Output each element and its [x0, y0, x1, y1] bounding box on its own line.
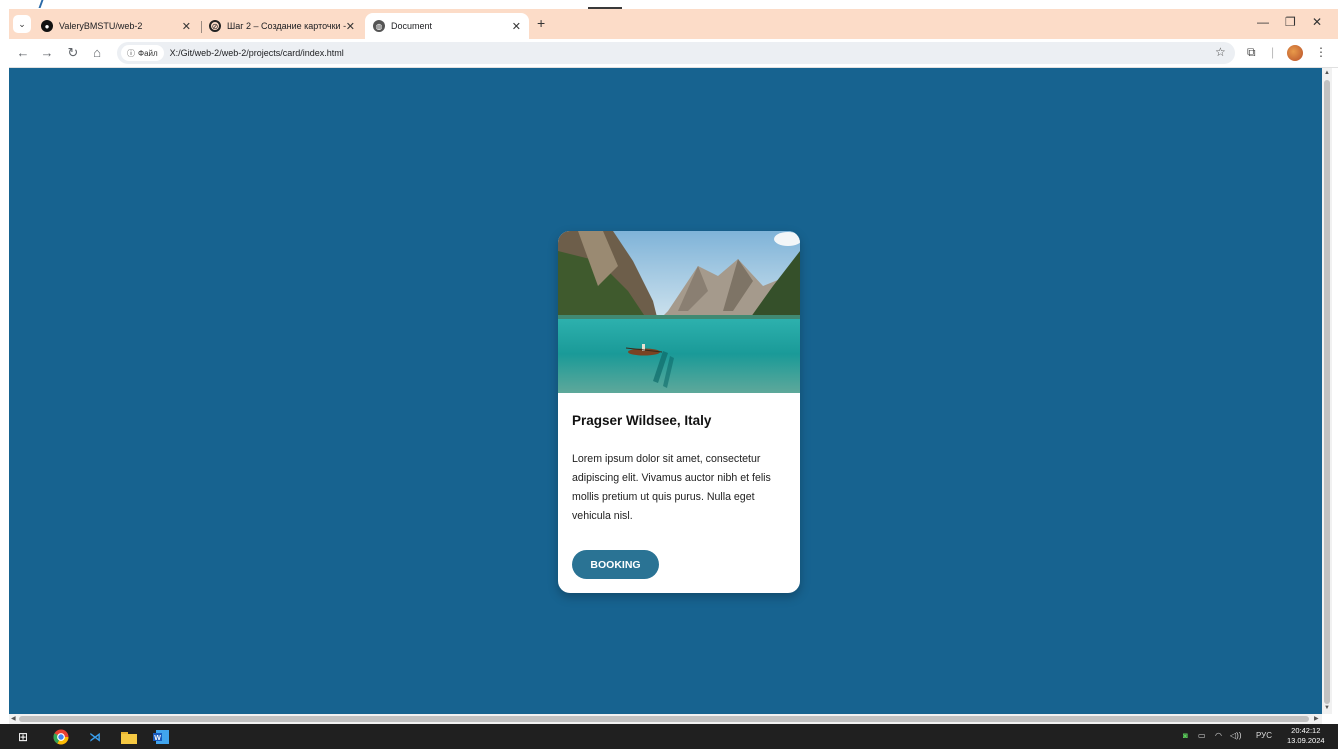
horizontal-scroll-thumb[interactable] [19, 716, 1309, 722]
minimize-icon[interactable]: — [1257, 15, 1269, 29]
tab-title: Шаг 2 – Создание карточки - [227, 21, 347, 31]
restore-icon[interactable]: ❐ [1285, 15, 1296, 29]
home-icon[interactable]: ⌂ [89, 45, 105, 60]
destination-card: Pragser Wildsee, Italy Lorem ipsum dolor… [558, 231, 800, 593]
word-icon[interactable]: W [152, 728, 170, 746]
vscode-icon[interactable]: ⋊ [86, 728, 104, 746]
new-tab-button[interactable]: + [537, 15, 545, 31]
lake-mountain-image [558, 231, 800, 393]
extensions-icon[interactable]: ⧉ [1247, 45, 1256, 60]
browser-toolbar: ← → ↻ ⌂ ⓘ Файл X:/Git/web-2/web-2/projec… [9, 39, 1338, 68]
windows-start-icon[interactable]: ⊞ [14, 728, 32, 746]
toolbar-divider: | [1271, 45, 1275, 59]
profile-avatar[interactable] [1287, 45, 1303, 61]
address-url[interactable]: X:/Git/web-2/web-2/projects/card/index.h… [170, 48, 344, 58]
address-bar[interactable]: ⓘ Файл X:/Git/web-2/web-2/projects/card/… [117, 42, 1235, 64]
windows-taskbar: ⊞ ⋊ W ◙ ▭ ◠ ◁)) РУС 20:42:12 13.09.2024 [0, 724, 1338, 749]
clock-time: 20:42:12 [1291, 726, 1321, 735]
back-icon[interactable]: ← [15, 45, 31, 60]
close-icon[interactable]: ✕ [346, 20, 355, 33]
wifi-tray-icon[interactable]: ◠ [1215, 731, 1222, 740]
tab-title: ValeryBMSTU/web-2 [59, 21, 143, 31]
site-info-label: Файл [138, 48, 158, 58]
tab-title: Document [391, 21, 433, 31]
language-indicator[interactable]: РУС [1256, 731, 1272, 740]
tab-github[interactable]: ● ValeryBMSTU/web-2 ✕ [33, 13, 199, 39]
vertical-scrollbar[interactable]: ▲ ▼ [1322, 68, 1332, 714]
globe-icon: ◍ [373, 20, 385, 32]
volume-tray-icon[interactable]: ◁)) [1230, 731, 1241, 740]
practicum-icon: ⊘ [209, 20, 221, 32]
close-icon[interactable]: ✕ [512, 20, 521, 33]
nvidia-tray-icon[interactable]: ◙ [1183, 731, 1188, 740]
card-description: Lorem ipsum dolor sit amet, consectetur … [572, 453, 771, 522]
close-window-icon[interactable]: ✕ [1312, 15, 1322, 29]
system-clock[interactable]: 20:42:12 13.09.2024 [1287, 726, 1325, 746]
top-strip [0, 0, 1338, 9]
clock-date: 13.09.2024 [1287, 736, 1325, 745]
forward-icon[interactable]: → [39, 45, 55, 60]
scroll-left-icon[interactable]: ◀ [11, 715, 16, 722]
booking-button[interactable]: BOOKING [572, 550, 659, 579]
tab-search-button[interactable]: ⌄ [13, 15, 31, 33]
scroll-right-icon[interactable]: ▶ [1314, 715, 1319, 722]
github-icon: ● [41, 20, 53, 32]
bookmark-star-icon[interactable]: ☆ [1215, 45, 1226, 59]
menu-kebab-icon[interactable]: ⋮ [1315, 45, 1327, 59]
site-info-chip[interactable]: ⓘ Файл [121, 45, 164, 61]
vertical-scroll-thumb[interactable] [1324, 80, 1330, 704]
card-image [558, 231, 800, 393]
tab-practicum[interactable]: ⊘ Шаг 2 – Создание карточки - ✕ [201, 13, 363, 39]
svg-text:W: W [154, 735, 161, 742]
scroll-down-icon[interactable]: ▼ [1324, 705, 1330, 711]
close-icon[interactable]: ✕ [182, 20, 191, 33]
chrome-icon[interactable] [52, 728, 70, 746]
battery-tray-icon[interactable]: ▭ [1198, 731, 1206, 740]
top-strip-mark [38, 0, 56, 8]
info-icon: ⓘ [127, 48, 135, 58]
file-explorer-icon[interactable] [120, 728, 138, 746]
tab-document[interactable]: ◍ Document ✕ [365, 13, 529, 39]
tab-bar: ⌄ ● ValeryBMSTU/web-2 ✕ ⊘ Шаг 2 – Создан… [9, 9, 1338, 39]
reload-icon[interactable]: ↻ [65, 45, 81, 61]
scroll-up-icon[interactable]: ▲ [1324, 70, 1330, 76]
chevron-down-icon: ⌄ [18, 18, 26, 29]
card-title: Pragser Wildsee, Italy [572, 413, 712, 428]
horizontal-scrollbar[interactable]: ◀ ▶ [9, 714, 1322, 724]
